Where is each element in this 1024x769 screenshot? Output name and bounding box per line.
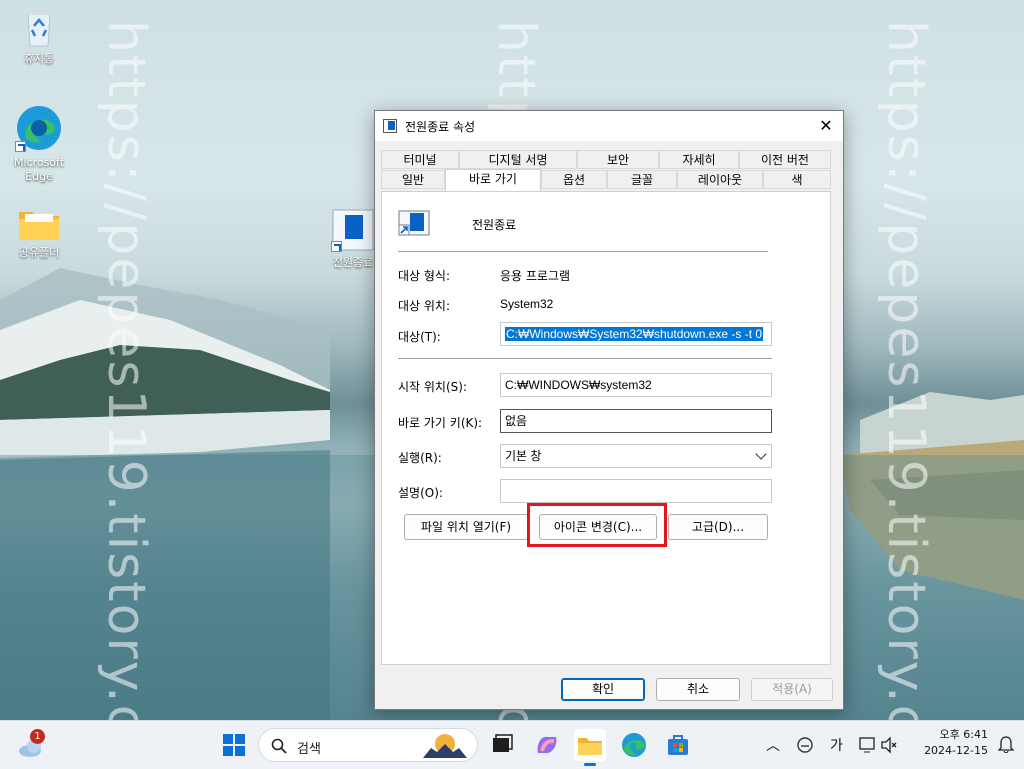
task-view-button[interactable] bbox=[486, 729, 518, 761]
ime-indicator[interactable]: 가 bbox=[830, 735, 843, 755]
store-button[interactable] bbox=[662, 729, 694, 761]
weather-widget[interactable]: 1 bbox=[16, 729, 48, 761]
tab-terminal[interactable]: 터미널 bbox=[381, 150, 459, 169]
run-select[interactable]: 기본 창 bbox=[500, 444, 772, 468]
dialog-title: 전원종료 속성 bbox=[405, 120, 476, 134]
desktop-icon-label: 공유폴더 bbox=[18, 246, 60, 259]
network-icon bbox=[859, 736, 897, 754]
clock-date: 2024-12-15 bbox=[924, 744, 988, 757]
store-icon bbox=[668, 735, 688, 755]
search-icon bbox=[271, 738, 287, 754]
comment-input[interactable] bbox=[500, 479, 772, 503]
shortcut-icon bbox=[331, 208, 375, 252]
task-view-icon bbox=[493, 734, 513, 752]
target-input[interactable]: C:₩Windows₩System32₩shutdown.exe -s -t 0 bbox=[500, 322, 772, 346]
tab-strip: 터미널 디지털 서명 보안 자세히 이전 버전 일반 바로 가기 옵션 글꼴 레… bbox=[381, 150, 831, 192]
target-location-label: 대상 위치: bbox=[398, 299, 451, 313]
search-placeholder: 검색 bbox=[297, 742, 321, 757]
taskbar-search[interactable]: 검색 bbox=[258, 728, 478, 762]
notification-badge: 1 bbox=[30, 729, 45, 744]
tab-font[interactable]: 글꼴 bbox=[607, 170, 677, 189]
target-type-value: 응용 프로그램 bbox=[500, 269, 571, 283]
dialog-titlebar[interactable]: 전원종료 속성 ✕ bbox=[375, 111, 843, 141]
active-indicator bbox=[584, 763, 596, 766]
edge-icon bbox=[15, 104, 63, 152]
copilot-button[interactable] bbox=[530, 729, 562, 761]
apply-button[interactable]: 적용(A) bbox=[751, 678, 833, 701]
tab-general[interactable]: 일반 bbox=[381, 170, 445, 189]
open-file-location-button[interactable]: 파일 위치 열기(F) bbox=[404, 514, 528, 540]
edge-button[interactable] bbox=[618, 729, 650, 761]
close-button[interactable]: ✕ bbox=[809, 111, 843, 141]
desktop-icon-edge[interactable]: Microsoft Edge bbox=[4, 104, 74, 184]
shortcut-arrow-icon bbox=[331, 241, 342, 252]
tab-colors[interactable]: 색 bbox=[763, 170, 831, 189]
ok-button[interactable]: 확인 bbox=[561, 678, 645, 701]
desktop-icon-shared-folder[interactable]: 공유폴더 bbox=[4, 206, 74, 260]
tab-details[interactable]: 자세히 bbox=[659, 150, 739, 169]
shortcut-tab-panel: 전원종료 대상 형식: 응용 프로그램 대상 위치: System32 대상(T… bbox=[381, 191, 831, 665]
chevron-up-icon[interactable]: ︿ bbox=[766, 735, 780, 755]
divider bbox=[398, 358, 772, 359]
advanced-button[interactable]: 고급(D)... bbox=[668, 514, 768, 540]
tab-options[interactable]: 옵션 bbox=[541, 170, 607, 189]
tab-digital-signature[interactable]: 디지털 서명 bbox=[459, 150, 577, 169]
target-type-label: 대상 형식: bbox=[398, 269, 451, 283]
divider bbox=[398, 251, 768, 252]
folder-icon bbox=[578, 738, 602, 755]
system-clock[interactable]: 오후 6:41 2024-12-15 bbox=[924, 727, 988, 759]
tab-layout[interactable]: 레이아웃 bbox=[677, 170, 763, 189]
shortcut-icon bbox=[383, 119, 397, 133]
desktop-icon-label: 휴지통 bbox=[23, 52, 55, 65]
start-in-label: 시작 위치(S): bbox=[398, 380, 467, 394]
network-volume-tray[interactable] bbox=[858, 735, 898, 755]
start-button[interactable] bbox=[218, 729, 250, 761]
hotkey-input[interactable]: 없음 bbox=[500, 409, 772, 433]
windows-logo-icon bbox=[223, 734, 245, 756]
target-label: 대상(T): bbox=[398, 330, 441, 344]
cancel-button[interactable]: 취소 bbox=[656, 678, 740, 701]
folder-icon bbox=[17, 206, 61, 242]
file-explorer-button[interactable] bbox=[574, 729, 606, 766]
target-location-value: System32 bbox=[500, 297, 554, 311]
tab-previous-versions[interactable]: 이전 버전 bbox=[739, 150, 831, 169]
copilot-icon bbox=[537, 736, 557, 754]
taskbar: 1 검색 ︿ 가 오후 6:41 2024-12-15 bbox=[0, 720, 1024, 769]
shortcut-large-icon bbox=[398, 210, 430, 238]
edge-icon bbox=[622, 733, 646, 757]
recycle-bin-icon bbox=[22, 8, 56, 48]
hotkey-label: 바로 가기 키(K): bbox=[398, 416, 483, 430]
tab-shortcut[interactable]: 바로 가기 bbox=[445, 169, 541, 191]
onedrive-icon[interactable] bbox=[796, 736, 814, 754]
clock-time: 오후 6:41 bbox=[939, 728, 988, 741]
run-label: 실행(R): bbox=[398, 451, 442, 465]
start-in-input[interactable]: C:₩WINDOWS₩system32 bbox=[500, 373, 772, 397]
target-input-value: C:₩Windows₩System32₩shutdown.exe -s -t 0 bbox=[505, 327, 764, 341]
tab-security[interactable]: 보안 bbox=[577, 150, 659, 169]
change-icon-button[interactable]: 아이콘 변경(C)... bbox=[539, 514, 657, 540]
desktop-icon-label: Microsoft Edge bbox=[13, 156, 65, 183]
notification-bell-icon[interactable] bbox=[997, 735, 1015, 753]
run-select-value: 기본 창 bbox=[505, 449, 542, 463]
search-highlight-icon bbox=[423, 734, 467, 758]
chevron-down-icon bbox=[755, 448, 767, 460]
properties-dialog: 전원종료 속성 ✕ 터미널 디지털 서명 보안 자세히 이전 버전 일반 바로 … bbox=[374, 110, 844, 710]
comment-label: 설명(O): bbox=[398, 486, 443, 500]
desktop-icon-recycle-bin[interactable]: 휴지통 bbox=[4, 8, 74, 66]
shortcut-name: 전원종료 bbox=[472, 218, 517, 232]
shortcut-arrow-icon bbox=[15, 141, 26, 152]
